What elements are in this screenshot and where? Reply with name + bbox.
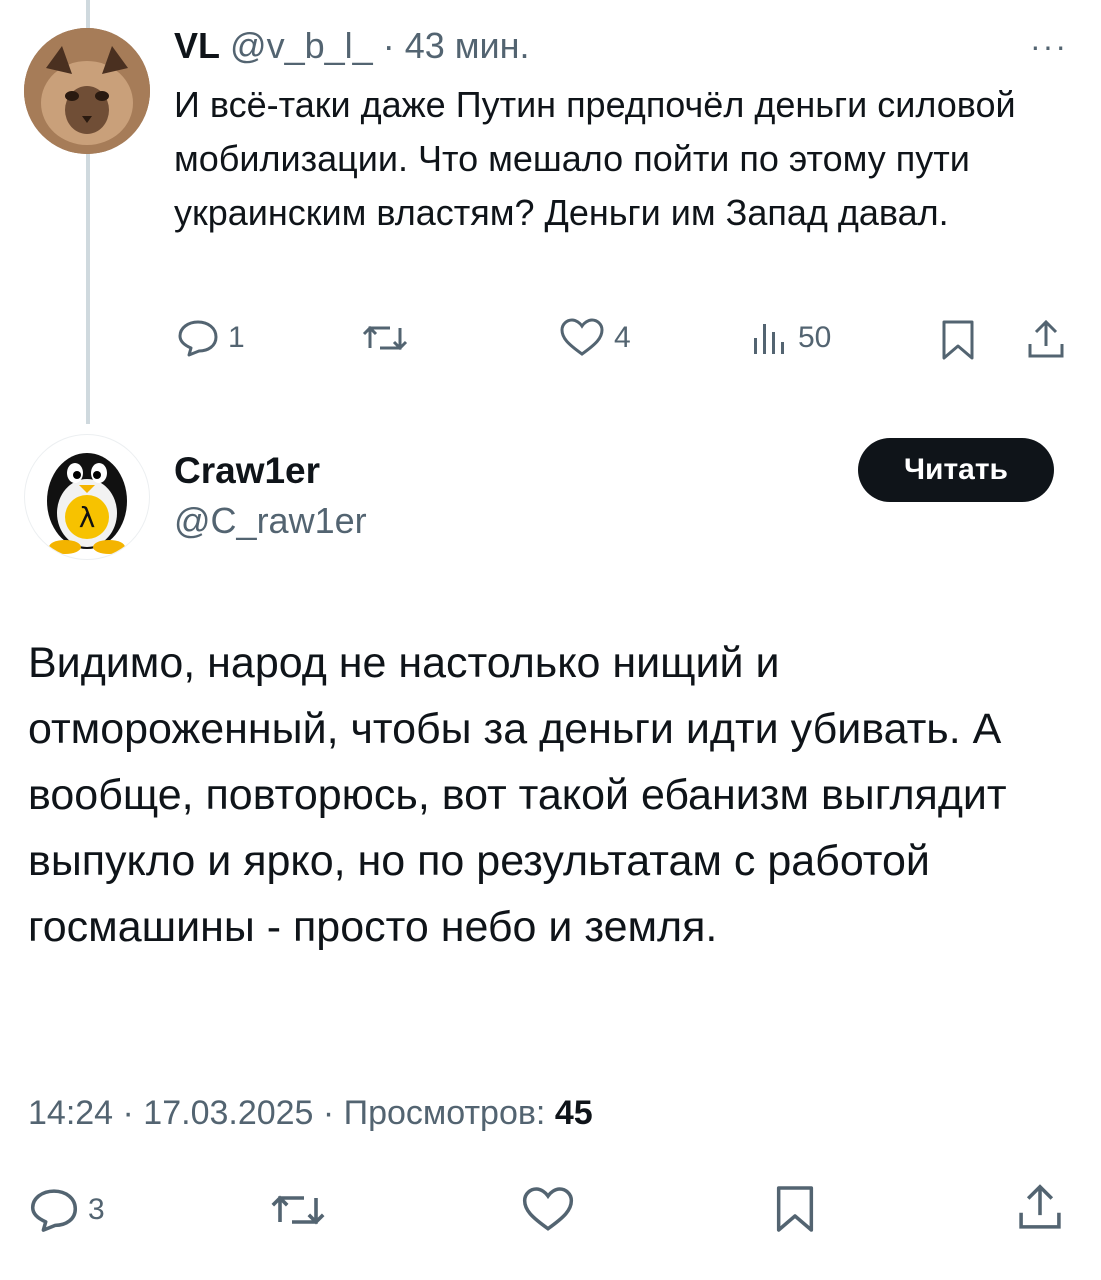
retweet-button[interactable] [360, 318, 410, 358]
heart-icon [558, 318, 606, 358]
timestamp-text: 14:24 · 17.03.2025 · Просмотров: [28, 1094, 555, 1132]
main-like-button[interactable] [520, 1186, 576, 1234]
like-button[interactable]: 4 [558, 318, 631, 358]
bookmark-icon [774, 1182, 816, 1236]
header-separator: · [382, 25, 395, 66]
heart-icon [520, 1186, 576, 1234]
svg-text:λ: λ [79, 501, 96, 534]
cat-avatar-image [24, 28, 150, 154]
share-icon [1024, 318, 1068, 362]
follow-button[interactable]: Читать [858, 438, 1054, 502]
reply-time[interactable]: 43 мин. [405, 25, 530, 66]
share-icon [1014, 1182, 1066, 1234]
main-reply-count: 3 [88, 1193, 105, 1226]
reply-header: VL @v_b_l_ · 43 мин. [174, 22, 530, 70]
more-options-icon[interactable]: ··· [1030, 28, 1068, 65]
penguin-avatar-image: λ [47, 453, 127, 554]
reply-author-name[interactable]: VL [174, 25, 220, 66]
views-button[interactable]: 50 [750, 318, 831, 358]
tweet-timestamp[interactable]: 14:24 · 17.03.2025 · Просмотров: 45 [28, 1088, 593, 1138]
main-reply-button[interactable]: 3 [28, 1186, 105, 1234]
reply-author-handle[interactable]: @v_b_l_ [230, 25, 373, 66]
views-count: 50 [798, 321, 832, 354]
reply-button[interactable]: 1 [176, 318, 245, 358]
reply-icon [176, 318, 220, 358]
reply-count: 1 [228, 321, 245, 354]
main-author-name[interactable]: Craw1er [174, 448, 320, 494]
views-total: 45 [554, 1094, 593, 1132]
reply-icon [28, 1186, 80, 1234]
bookmark-button[interactable] [940, 318, 976, 362]
views-chart-icon [750, 318, 790, 358]
bookmark-icon [940, 318, 976, 362]
main-bookmark-button[interactable] [774, 1182, 816, 1236]
avatar-main-author[interactable]: λ [24, 434, 150, 560]
retweet-icon [360, 318, 410, 358]
main-retweet-button[interactable] [268, 1186, 328, 1234]
main-author-handle[interactable]: @C_raw1er [174, 498, 367, 544]
like-count: 4 [614, 321, 631, 354]
avatar-reply-author[interactable] [24, 28, 150, 154]
retweet-icon [268, 1186, 328, 1234]
reply-text: И всё-таки даже Путин предпочёл деньги с… [174, 84, 1016, 233]
share-button[interactable] [1024, 318, 1068, 362]
main-tweet-text: Видимо, народ не настолько нищий и отмор… [28, 639, 1007, 951]
main-share-button[interactable] [1014, 1182, 1066, 1234]
